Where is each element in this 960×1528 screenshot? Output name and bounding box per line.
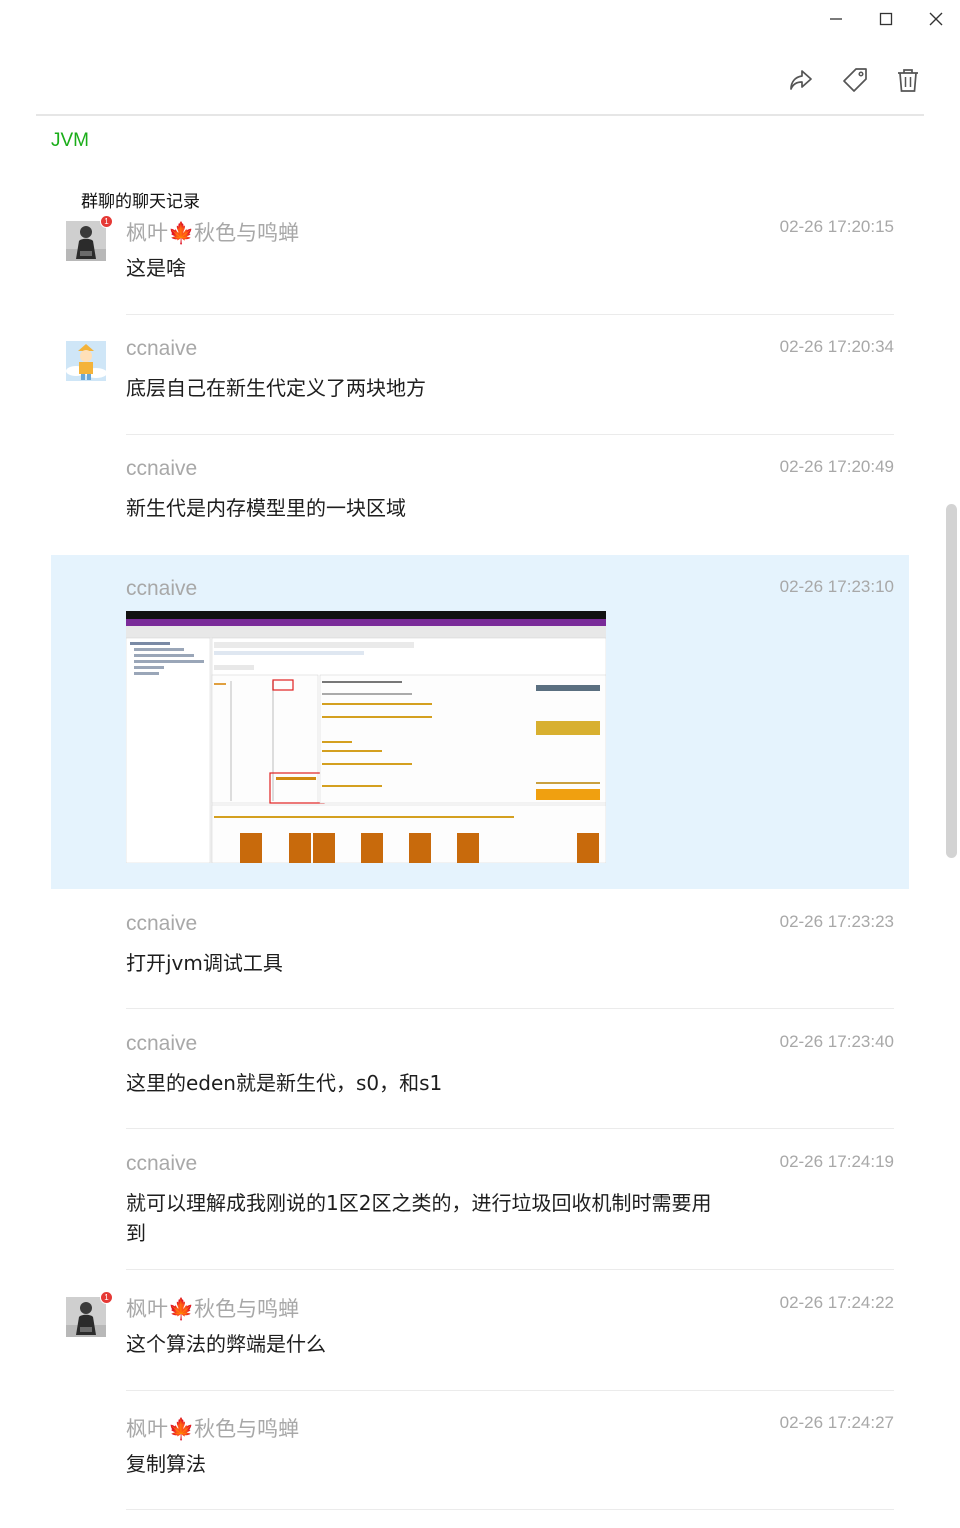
- jvm-visualgc-screenshot: [126, 611, 606, 863]
- message-divider: [126, 1008, 894, 1009]
- avatar[interactable]: 1: [66, 215, 113, 261]
- chat-message: 1 枫叶🍁秋色与鸣蝉 02-26 17:20:15 这是啥: [51, 215, 909, 315]
- maximize-button[interactable]: [864, 2, 908, 36]
- note-title: 群聊的聊天记录: [81, 192, 200, 212]
- message-text: 复制算法: [126, 1452, 206, 1476]
- chat-message: ccnaive 02-26 17:23:40 这里的eden就是新生代，s0，和…: [51, 1030, 909, 1130]
- sender-name: ccnaive: [126, 337, 198, 360]
- avatar[interactable]: 1: [66, 1291, 113, 1337]
- message-time: 02-26 17:24:19: [779, 1152, 894, 1171]
- chat-message: ccnaive 02-26 17:20:49 新生代是内存模型里的一块区域: [51, 455, 909, 555]
- message-divider: [126, 434, 894, 435]
- message-time: 02-26 17:20:15: [779, 217, 894, 236]
- message-time: 02-26 17:20:49: [779, 457, 894, 476]
- sender-name: ccnaive: [126, 577, 198, 600]
- chat-message: ccnaive 02-26 17:24:19 就可以理解成我刚说的1区2区之类的…: [51, 1150, 909, 1271]
- sender-name: ccnaive: [126, 1152, 198, 1175]
- unread-badge: 1: [100, 215, 113, 228]
- message-text: 这是啥: [126, 256, 186, 280]
- sender-name: 枫叶🍁秋色与鸣蝉: [126, 222, 300, 245]
- header-divider: [36, 114, 924, 116]
- chat-message: 枫叶🍁秋色与鸣蝉 02-26 17:24:27 复制算法: [51, 1411, 909, 1511]
- note-tag[interactable]: JVM: [51, 130, 89, 152]
- message-divider: [126, 1390, 894, 1391]
- note-window: JVM 群聊的聊天记录 1 枫叶🍁秋色与鸣蝉 02-26 17:20:15 这是…: [0, 0, 960, 1528]
- message-text: 打开jvm调试工具: [126, 951, 283, 975]
- sender-name: ccnaive: [126, 1032, 198, 1055]
- unread-badge: 1: [100, 1291, 113, 1304]
- message-text: 底层自己在新生代定义了两块地方: [126, 376, 426, 400]
- message-time: 02-26 17:23:10: [779, 577, 894, 596]
- chat-message: 1 枫叶🍁秋色与鸣蝉 02-26 17:24:22 这个算法的弊端是什么: [51, 1291, 909, 1391]
- message-divider: [126, 1128, 894, 1129]
- message-text: 新生代是内存模型里的一块区域: [126, 496, 406, 520]
- avatar[interactable]: [66, 341, 107, 381]
- delete-icon: [898, 69, 918, 92]
- message-divider: [126, 314, 894, 315]
- message-time: 02-26 17:20:34: [779, 337, 894, 356]
- message-text: 这里的eden就是新生代，s0，和s1: [126, 1071, 443, 1095]
- minimize-button[interactable]: [814, 2, 858, 36]
- message-time: 02-26 17:24:27: [779, 1413, 894, 1432]
- message-text: 就可以理解成我刚说的1区2区之类的，进行垃圾回收机制时需要用到: [126, 1191, 712, 1245]
- message-time: 02-26 17:23:40: [779, 1032, 894, 1051]
- message-divider: [126, 1509, 894, 1510]
- message-divider: [126, 1269, 894, 1270]
- message-time: 02-26 17:24:22: [779, 1293, 894, 1312]
- sender-name: 枫叶🍁秋色与鸣蝉: [126, 1418, 300, 1441]
- chat-message: ccnaive 02-26 17:20:34 底层自己在新生代定义了两块地方: [51, 335, 909, 435]
- close-button[interactable]: [914, 2, 958, 36]
- maximize-icon: [879, 12, 893, 26]
- minimize-icon: [830, 18, 842, 20]
- cartoon-avatar-icon: [66, 341, 107, 381]
- message-time: 02-26 17:23:23: [779, 912, 894, 931]
- sender-name: ccnaive: [126, 457, 198, 480]
- share-button[interactable]: [783, 62, 819, 98]
- tag-icon: [843, 68, 867, 92]
- sender-name: ccnaive: [126, 912, 198, 935]
- person-avatar-icon: [66, 221, 106, 261]
- delete-button[interactable]: [890, 62, 926, 98]
- message-text: 这个算法的弊端是什么: [126, 1332, 326, 1356]
- person-avatar-icon: [66, 1297, 106, 1337]
- image-attachment[interactable]: [126, 611, 606, 863]
- tag-button[interactable]: [837, 62, 873, 98]
- close-icon: [929, 12, 943, 26]
- sender-name: 枫叶🍁秋色与鸣蝉: [126, 1298, 300, 1321]
- chat-message: ccnaive 02-26 17:23:23 打开jvm调试工具: [51, 910, 909, 1010]
- vertical-scrollbar[interactable]: [946, 504, 957, 858]
- chat-message-selected[interactable]: ccnaive 02-26 17:23:10: [51, 555, 909, 889]
- share-icon: [790, 70, 812, 90]
